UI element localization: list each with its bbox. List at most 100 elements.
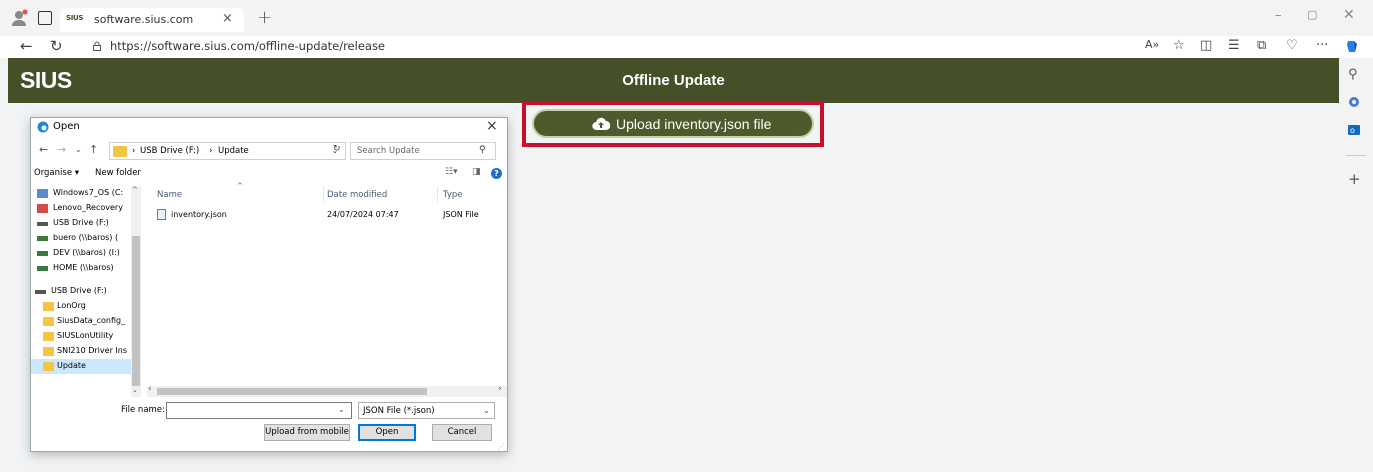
add-icon[interactable]: + <box>1348 170 1361 188</box>
nav-item-label: Windows7_OS (C: <box>53 188 124 197</box>
chevron-down-icon[interactable]: ⌄ <box>338 405 345 414</box>
cloud-upload-icon <box>592 117 610 131</box>
nav-item-usb-drive-2[interactable]: USB Drive (F:) <box>31 284 143 299</box>
network-drive-icon <box>37 236 48 241</box>
nav-item-sni210[interactable]: SNI210 Driver Ins <box>31 344 143 359</box>
dialog-forward-icon[interactable]: → <box>57 143 66 156</box>
search-icon[interactable]: ⚲ <box>1348 67 1358 82</box>
file-type-value: JSON File (*.json) <box>363 406 435 416</box>
open-file-dialog: Open × ← → ⌄ ↑ › USB Drive (F:) › Update… <box>30 117 508 452</box>
cancel-button[interactable]: Cancel <box>432 424 492 441</box>
nav-item-dev[interactable]: DEV (\\baros) (I:) <box>31 246 143 261</box>
help-icon[interactable]: ? <box>491 168 502 179</box>
outlook-icon[interactable]: o <box>1348 124 1360 136</box>
nav-scrollbar-thumb[interactable] <box>132 236 140 386</box>
folder-icon <box>43 302 54 311</box>
window-close-button[interactable]: ✕ <box>1343 7 1355 23</box>
breadcrumb[interactable]: › USB Drive (F:) › Update ⌄ <box>109 142 346 160</box>
breadcrumb-usb-drive[interactable]: USB Drive (F:) <box>140 146 199 156</box>
nav-item-siusdata[interactable]: SiusData_config_ <box>31 314 143 329</box>
open-button[interactable]: Open <box>358 424 416 441</box>
copilot-icon[interactable] <box>1345 39 1360 54</box>
nav-item-update[interactable]: Update <box>31 359 131 374</box>
nav-item-siuslonutility[interactable]: SIUSLonUtility <box>31 329 143 344</box>
dialog-title: Open <box>53 121 80 132</box>
preview-pane-icon[interactable]: ◨ <box>472 167 481 177</box>
favorites-icon[interactable]: ☰ <box>1228 38 1240 53</box>
browser-tab[interactable]: SIUS software.sius.com × <box>60 8 244 32</box>
collections-icon[interactable]: ⧉ <box>1257 38 1266 53</box>
split-screen-icon[interactable]: ◫ <box>1200 38 1212 53</box>
scroll-left-icon[interactable]: ‹ <box>148 384 152 394</box>
dialog-back-icon[interactable]: ← <box>39 143 48 156</box>
minimize-button[interactable]: – <box>1275 8 1282 23</box>
new-tab-button[interactable]: + <box>257 7 272 28</box>
new-folder-button[interactable]: New folder <box>95 168 141 178</box>
network-drive-icon <box>37 251 48 256</box>
more-icon[interactable]: ··· <box>1316 38 1328 53</box>
upload-button-label: Upload inventory.json file <box>616 116 772 132</box>
svg-text:o: o <box>1350 126 1355 135</box>
recovery-drive-icon <box>37 204 48 213</box>
refresh-icon[interactable]: ↻ <box>50 37 63 55</box>
dialog-titlebar[interactable]: Open × <box>31 118 507 136</box>
address-bar-url[interactable]: https://software.sius.com/offline-update… <box>110 39 385 53</box>
tab-actions-icon[interactable] <box>38 11 52 25</box>
nav-item-label: SNI210 Driver Ins <box>57 346 127 355</box>
column-divider <box>437 186 438 202</box>
nav-item-home[interactable]: HOME (\\baros) <box>31 261 143 276</box>
up-folder-icon[interactable]: ↑ <box>89 143 98 156</box>
file-name-input[interactable] <box>166 402 352 419</box>
upload-inventory-button[interactable]: Upload inventory.json file <box>532 109 814 138</box>
file-type: JSON File <box>443 210 479 219</box>
browser-essentials-icon[interactable]: ♡ <box>1286 38 1298 53</box>
dialog-nav-row: ← → ⌄ ↑ › USB Drive (F:) › Update ⌄ ↻ Se… <box>31 142 507 160</box>
column-name[interactable]: Name <box>157 190 182 200</box>
file-row[interactable]: inventory.json 24/07/2024 07:47 JSON Fil… <box>147 208 507 222</box>
folder-icon <box>43 332 54 341</box>
column-date-modified[interactable]: Date modified <box>327 190 387 200</box>
upload-from-mobile-button[interactable]: Upload from mobile <box>264 424 350 441</box>
nav-item-usb-drive[interactable]: USB Drive (F:) <box>31 216 143 231</box>
breadcrumb-update[interactable]: Update <box>218 146 249 156</box>
column-divider <box>323 186 324 202</box>
nav-item-windows7[interactable]: Windows7_OS (C: <box>31 186 143 201</box>
sius-favicon: SIUS <box>66 14 84 22</box>
nav-item-buero[interactable]: buero (\\baros) ( <box>31 231 143 246</box>
search-input[interactable]: Search Update ⚲ <box>350 142 496 160</box>
shopping-icon[interactable] <box>1348 96 1360 108</box>
dialog-close-icon[interactable]: × <box>486 118 498 134</box>
scroll-up-icon[interactable]: ^ <box>132 186 138 194</box>
folder-icon <box>43 347 54 356</box>
network-drive-icon <box>37 266 48 271</box>
search-icon: ⚲ <box>479 145 486 155</box>
file-name: inventory.json <box>171 210 227 219</box>
recent-locations-icon[interactable]: ⌄ <box>75 145 82 154</box>
scroll-down-icon[interactable]: ⌄ <box>132 386 138 394</box>
profile-icon[interactable] <box>10 9 28 27</box>
resize-grip-icon[interactable]: ⋰ <box>497 442 505 451</box>
hscrollbar-thumb[interactable] <box>157 388 427 395</box>
read-aloud-icon[interactable]: A» <box>1145 38 1159 51</box>
lock-icon[interactable] <box>92 41 102 51</box>
file-type-select[interactable]: JSON File (*.json) ⌄ <box>358 402 495 419</box>
nav-item-label: Lenovo_Recovery <box>53 203 123 212</box>
breadcrumb-sep: › <box>209 146 213 156</box>
navigation-pane: Windows7_OS (C: Lenovo_Recovery USB Driv… <box>31 186 143 395</box>
tab-close-icon[interactable]: × <box>222 11 233 26</box>
back-icon[interactable]: ← <box>20 37 33 55</box>
maximize-button[interactable]: ▢ <box>1307 8 1317 21</box>
refresh-icon[interactable]: ↻ <box>333 144 341 154</box>
scroll-right-icon[interactable]: › <box>498 384 502 394</box>
favorite-star-icon[interactable]: ☆ <box>1173 38 1185 53</box>
file-list-hscrollbar[interactable]: ‹ › <box>147 384 507 397</box>
nav-item-label: LonOrg <box>57 301 86 310</box>
nav-item-lonorg[interactable]: LonOrg <box>31 299 143 314</box>
column-type[interactable]: Type <box>443 190 463 200</box>
browser-tab-strip: SIUS software.sius.com × + – ▢ ✕ <box>0 0 1373 36</box>
folder-icon <box>113 146 127 157</box>
organise-menu[interactable]: Organise ▾ <box>34 168 79 178</box>
search-placeholder: Search Update <box>357 146 420 156</box>
view-options-icon[interactable]: ☷▾ <box>445 167 458 177</box>
nav-item-lenovo-recovery[interactable]: Lenovo_Recovery <box>31 201 143 216</box>
